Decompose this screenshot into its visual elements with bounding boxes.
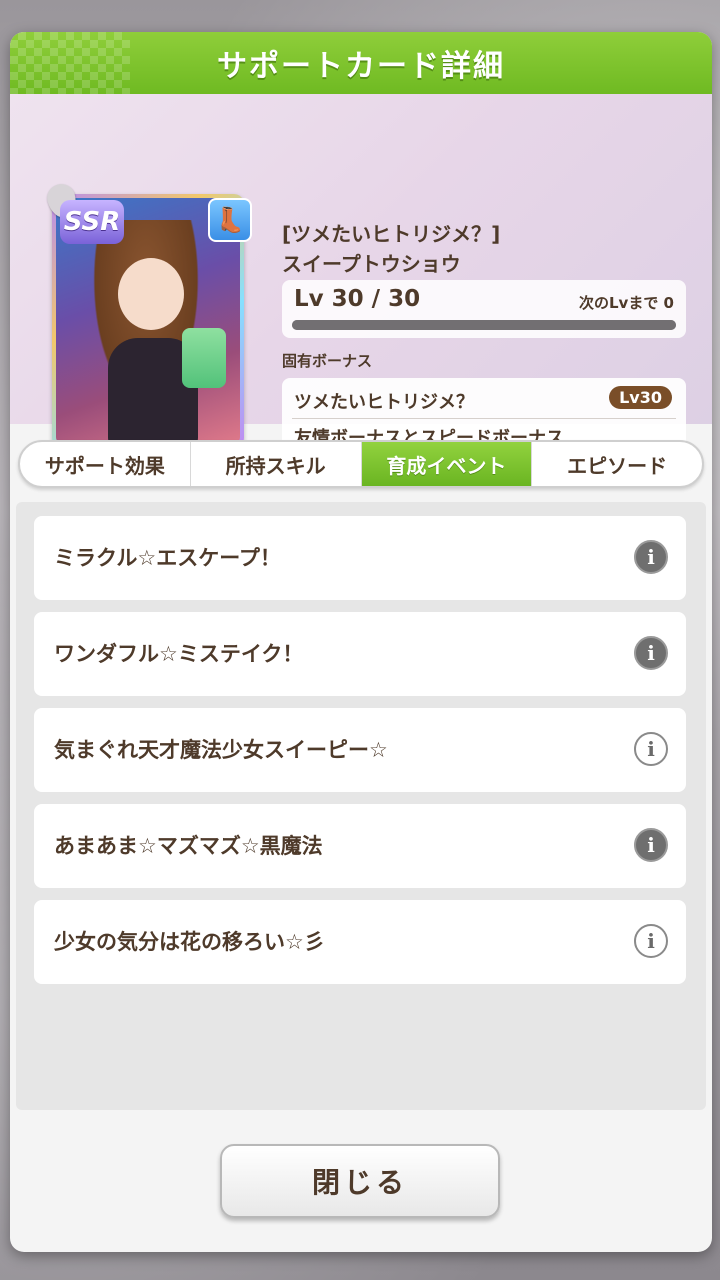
tab-episode[interactable]: エピソード [532,442,702,486]
list-item[interactable]: 気まぐれ天才魔法少女スイーピー☆ i [34,708,686,792]
dialog-title: サポートカード詳細 [217,49,505,84]
tab-support-effect[interactable]: サポート効果 [20,442,191,486]
info-icon[interactable]: i [634,732,668,766]
list-item[interactable]: 少女の気分は花の移ろい☆彡 i [34,900,686,984]
info-icon[interactable]: i [634,636,668,670]
unique-bonus-label: 固有ボーナス [282,352,373,370]
list-item[interactable]: あまあま☆マズマズ☆黒魔法 i [34,804,686,888]
level-progress-bar [292,320,676,330]
support-card-detail-dialog: サポートカード詳細 SSR 👢 [ツメたいヒトリジメ？] スイープトウショウ L… [10,32,712,1252]
character-face [118,258,184,330]
event-label: あまあま☆マズマズ☆黒魔法 [54,834,323,858]
event-label: ミラクル☆エスケープ！ [54,546,281,570]
level-progress-fill [292,320,676,330]
event-label: 少女の気分は花の移ろい☆彡 [54,930,325,954]
dialog-header: サポートカード詳細 [10,32,712,94]
card-title: [ツメたいヒトリジメ？] [282,222,501,246]
divider [292,418,676,419]
event-label: 気まぐれ天才魔法少女スイーピー☆ [54,738,388,762]
rarity-badge: SSR [60,200,124,244]
speed-boot-icon: 👢 [208,198,252,242]
event-list: ミラクル☆エスケープ！ i ワンダフル☆ミステイク！ i 気まぐれ天才魔法少女ス… [16,502,706,1110]
list-item[interactable]: ミラクル☆エスケープ！ i [34,516,686,600]
card-info-area: SSR 👢 [ツメたいヒトリジメ？] スイープトウショウ Lv 30 / 30 … [10,94,712,488]
info-icon[interactable]: i [634,540,668,574]
bonus-level-badge: Lv30 [609,386,672,409]
bonus-name: ツメたいヒトリジメ？ [294,392,474,413]
info-icon[interactable]: i [634,828,668,862]
event-label: ワンダフル☆ミステイク！ [54,642,304,666]
tab-bar: サポート効果 所持スキル 育成イベント エピソード [18,440,704,488]
level-text: Lv 30 / 30 [294,286,421,312]
list-item[interactable]: ワンダフル☆ミステイク！ i [34,612,686,696]
level-box: Lv 30 / 30 次のLvまで 0 [282,280,686,338]
info-icon[interactable]: i [634,924,668,958]
tab-training-events[interactable]: 育成イベント [361,442,533,486]
close-button[interactable]: 閉じる [220,1144,500,1218]
parfait-image [182,328,226,388]
next-level-label: 次のLvまで 0 [579,294,674,312]
tab-owned-skills[interactable]: 所持スキル [191,442,362,486]
character-name: スイープトウショウ [282,252,461,276]
